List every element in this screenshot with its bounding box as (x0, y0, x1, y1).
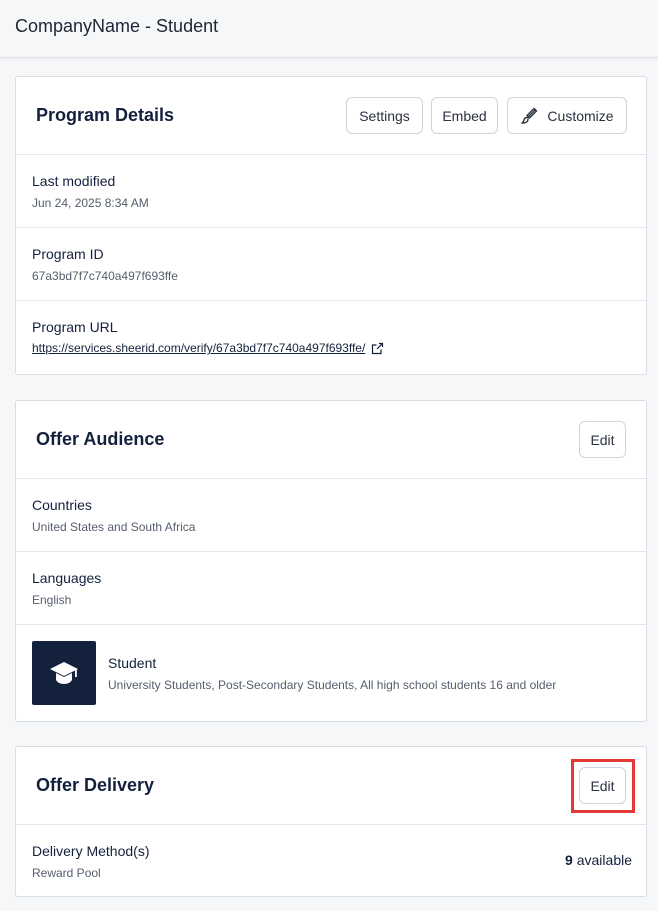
delivery-method-row: Delivery Method(s) Reward Pool 9 availab… (16, 825, 646, 897)
external-link-icon (371, 342, 384, 355)
languages-label: Languages (32, 570, 102, 586)
page-header: CompanyName - Student (0, 0, 658, 58)
program-id-row: Program ID 67a3bd7f7c740a497f693ffe (16, 228, 646, 301)
offer-audience-edit-label: Edit (590, 431, 615, 448)
program-url-link[interactable]: https://services.sheerid.com/verify/67a3… (32, 341, 384, 355)
edit-button-highlight (571, 759, 635, 813)
program-id-label: Program ID (32, 246, 104, 262)
offer-audience-title: Offer Audience (36, 429, 165, 449)
settings-button[interactable]: Settings (346, 97, 423, 134)
languages-row: Languages English (16, 552, 646, 625)
delivery-method-value: Reward Pool (32, 866, 101, 880)
settings-button-label: Settings (359, 107, 410, 124)
program-url-label: Program URL (32, 319, 118, 335)
program-details-header: Program Details Settings Embed Customize (16, 77, 646, 155)
offer-audience-card: Offer Audience Edit Countries United Sta… (15, 400, 647, 722)
offer-audience-header: Offer Audience Edit (16, 401, 646, 479)
segment-description: University Students, Post-Secondary Stud… (108, 678, 557, 692)
customize-button[interactable]: Customize (507, 97, 627, 134)
customize-button-label: Customize (547, 107, 614, 124)
last-modified-label: Last modified (32, 173, 116, 189)
paintbrush-icon (520, 107, 538, 125)
program-id-value: 67a3bd7f7c740a497f693ffe (32, 269, 178, 283)
last-modified-row: Last modified Jun 24, 2025 8:34 AM (16, 155, 646, 228)
graduation-cap-icon (32, 641, 96, 705)
program-details-card: Program Details Settings Embed Customize… (15, 76, 647, 375)
page-title: CompanyName - Student (15, 16, 219, 36)
countries-label: Countries (32, 497, 92, 513)
offer-audience-edit-button[interactable]: Edit (579, 421, 626, 458)
segment-row: Student University Students, Post-Second… (16, 625, 646, 721)
offer-delivery-card: Offer Delivery Edit Delivery Method(s) R… (15, 746, 647, 897)
embed-button-label: Embed (442, 107, 487, 124)
languages-value: English (32, 593, 72, 607)
last-modified-value: Jun 24, 2025 8:34 AM (32, 196, 149, 210)
offer-delivery-title: Offer Delivery (36, 775, 155, 795)
countries-value: United States and South Africa (32, 520, 196, 534)
program-details-title: Program Details (36, 105, 175, 125)
available-label: available (576, 852, 632, 868)
available-count: 9 (565, 852, 573, 868)
program-url-text: https://services.sheerid.com/verify/67a3… (32, 341, 366, 355)
program-url-row: Program URL https://services.sheerid.com… (16, 301, 646, 374)
embed-button[interactable]: Embed (431, 97, 498, 134)
segment-name: Student (108, 655, 157, 671)
offer-delivery-header: Offer Delivery Edit (16, 747, 646, 825)
delivery-method-label: Delivery Method(s) (32, 843, 150, 859)
countries-row: Countries United States and South Africa (16, 479, 646, 552)
available-count-badge: 9 available (565, 852, 632, 868)
